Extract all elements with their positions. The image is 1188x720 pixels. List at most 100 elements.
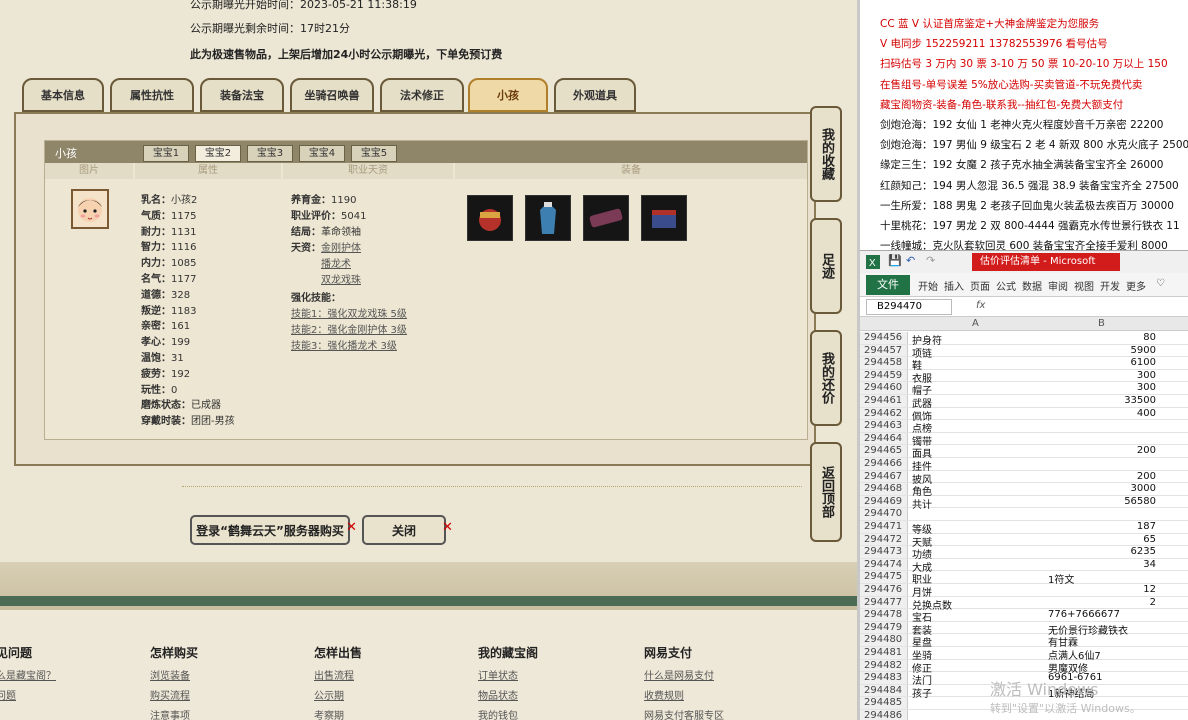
row-number[interactable]: 294475 [860, 571, 908, 583]
row-number[interactable]: 294466 [860, 458, 908, 470]
cell-b[interactable]: 200 [1046, 445, 1156, 456]
footer-link[interactable]: 注意事项 [150, 707, 198, 720]
baby-tab-4[interactable]: 宝宝4 [299, 145, 345, 162]
baby-tab-1[interactable]: 宝宝1 [143, 145, 189, 162]
footprint-button[interactable]: 足迹 [810, 218, 842, 314]
footer-link[interactable]: 我的钱包 [478, 707, 538, 720]
tab-mount-summon[interactable]: 坐骑召唤兽 [290, 78, 374, 112]
footer-link[interactable]: 出售流程 [314, 667, 362, 687]
fx-icon[interactable]: fx [976, 300, 985, 311]
baby-tab-3[interactable]: 宝宝3 [247, 145, 293, 162]
cell-b[interactable]: 2 [1046, 597, 1156, 608]
row-number[interactable]: 294468 [860, 483, 908, 495]
tab-attributes[interactable]: 属性抗性 [110, 78, 194, 112]
cell-b[interactable]: 3000 [1046, 483, 1156, 494]
cell-b[interactable]: 12 [1046, 584, 1156, 595]
ribbon-tab[interactable]: 公式 [996, 278, 1016, 293]
row-number[interactable]: 294482 [860, 659, 908, 672]
row-number[interactable]: 294467 [860, 470, 908, 483]
row-number[interactable]: 294463 [860, 420, 908, 432]
row-number[interactable]: 294457 [860, 344, 908, 357]
my-favorites-button[interactable]: 我的收藏 [810, 106, 842, 202]
row-number[interactable]: 294465 [860, 445, 908, 457]
equip-slot-2[interactable] [525, 195, 571, 241]
footer-link[interactable]: 浏览装备 [150, 667, 198, 687]
footer-link[interactable]: 考察期 [314, 707, 362, 720]
cell-b[interactable]: 56580 [1046, 496, 1156, 507]
row-number[interactable]: 294460 [860, 382, 908, 394]
footer-link[interactable]: 订单状态 [478, 667, 538, 687]
row-number[interactable]: 294480 [860, 634, 908, 646]
login-buy-button[interactable]: 登录“鹤舞云天”服务器购买 [190, 515, 350, 545]
row-number[interactable]: 294479 [860, 621, 908, 634]
name-box[interactable]: B294470 [866, 299, 952, 315]
row-number[interactable]: 294484 [860, 684, 908, 697]
ribbon-tab[interactable]: 更多 [1126, 278, 1146, 293]
talent-link[interactable]: 双龙戏珠 [321, 271, 361, 286]
cell-b[interactable]: 400 [1046, 408, 1156, 419]
row-number[interactable]: 294483 [860, 672, 908, 684]
equip-slot-4[interactable] [641, 195, 687, 241]
footer-link[interactable]: 购买流程 [150, 687, 198, 707]
col-b-header[interactable]: B [1098, 318, 1105, 329]
footer-link[interactable]: 么是藏宝阁？ [0, 667, 56, 687]
tab-basic-info[interactable]: 基本信息 [22, 78, 104, 112]
redo-icon[interactable]: ↷ [926, 254, 935, 267]
footer-link[interactable]: 什么是网易支付 [644, 667, 724, 687]
cell-b[interactable]: 6235 [1046, 546, 1156, 557]
skill-link[interactable]: 技能3：强化播龙术 3级 [291, 337, 397, 352]
cell-b[interactable]: 65 [1046, 534, 1156, 545]
cell-b[interactable]: 33500 [1046, 395, 1156, 406]
row-number[interactable]: 294485 [860, 697, 908, 709]
back-to-top-button[interactable]: 返回顶部 [810, 442, 842, 542]
row-number[interactable]: 294461 [860, 395, 908, 407]
footer-link[interactable]: 公示期 [314, 687, 362, 707]
ribbon-file-tab[interactable]: 文件 [866, 275, 910, 295]
help-icon[interactable]: ♡ [1156, 278, 1165, 289]
ribbon-tab[interactable]: 视图 [1074, 278, 1094, 293]
close-button[interactable]: 关闭 [362, 515, 446, 545]
row-number[interactable]: 294471 [860, 521, 908, 533]
undo-icon[interactable]: ↶ [906, 254, 915, 267]
tab-spell-mod[interactable]: 法术修正 [380, 78, 464, 112]
row-number[interactable]: 294458 [860, 357, 908, 369]
cell-b[interactable]: 200 [1046, 471, 1156, 482]
col-a-header[interactable]: A [972, 318, 979, 329]
row-number[interactable]: 294469 [860, 495, 908, 508]
row-number[interactable]: 294470 [860, 508, 908, 520]
cell-b[interactable]: 187 [1046, 521, 1156, 532]
cell-b[interactable]: 300 [1046, 382, 1156, 393]
save-icon[interactable]: 💾 [888, 254, 902, 267]
row-number[interactable]: 294462 [860, 407, 908, 420]
row-number[interactable]: 294478 [860, 609, 908, 621]
row-number[interactable]: 294477 [860, 596, 908, 609]
row-number[interactable]: 294474 [860, 558, 908, 571]
tab-child[interactable]: 小孩 [468, 78, 548, 112]
row-number[interactable]: 294456 [860, 332, 908, 344]
ribbon-tab[interactable]: 开始 [918, 278, 938, 293]
row-number[interactable]: 294464 [860, 432, 908, 445]
ribbon-tab[interactable]: 页面 [970, 278, 990, 293]
footer-link[interactable]: 网易支付客服专区 [644, 707, 724, 720]
skill-link[interactable]: 技能2：强化金刚护体 3级 [291, 321, 407, 336]
equip-slot-3[interactable] [583, 195, 629, 241]
cell-b[interactable]: 6100 [1046, 357, 1156, 368]
tab-appearance[interactable]: 外观道具 [554, 78, 636, 112]
footer-link[interactable]: 物品状态 [478, 687, 538, 707]
row-number[interactable]: 294476 [860, 584, 908, 596]
talent-link[interactable]: 金刚护体 [321, 243, 361, 254]
my-counteroffer-button[interactable]: 我的还价 [810, 330, 842, 426]
talent-link[interactable]: 播龙术 [321, 255, 351, 270]
row-number[interactable]: 294459 [860, 369, 908, 382]
skill-link[interactable]: 技能1：强化双龙戏珠 5级 [291, 305, 407, 320]
row-number[interactable]: 294481 [860, 647, 908, 659]
tab-equipment[interactable]: 装备法宝 [200, 78, 284, 112]
cell-b[interactable]: 300 [1046, 370, 1156, 381]
ribbon-tab[interactable]: 开发 [1100, 278, 1120, 293]
ribbon-tab[interactable]: 审阅 [1048, 278, 1068, 293]
row-number[interactable]: 294472 [860, 533, 908, 546]
footer-link[interactable]: 收费规则 [644, 687, 724, 707]
ribbon-tab[interactable]: 插入 [944, 278, 964, 293]
cell-b[interactable]: 34 [1046, 559, 1156, 570]
cell-b[interactable]: 776+7666677 [1048, 609, 1158, 620]
